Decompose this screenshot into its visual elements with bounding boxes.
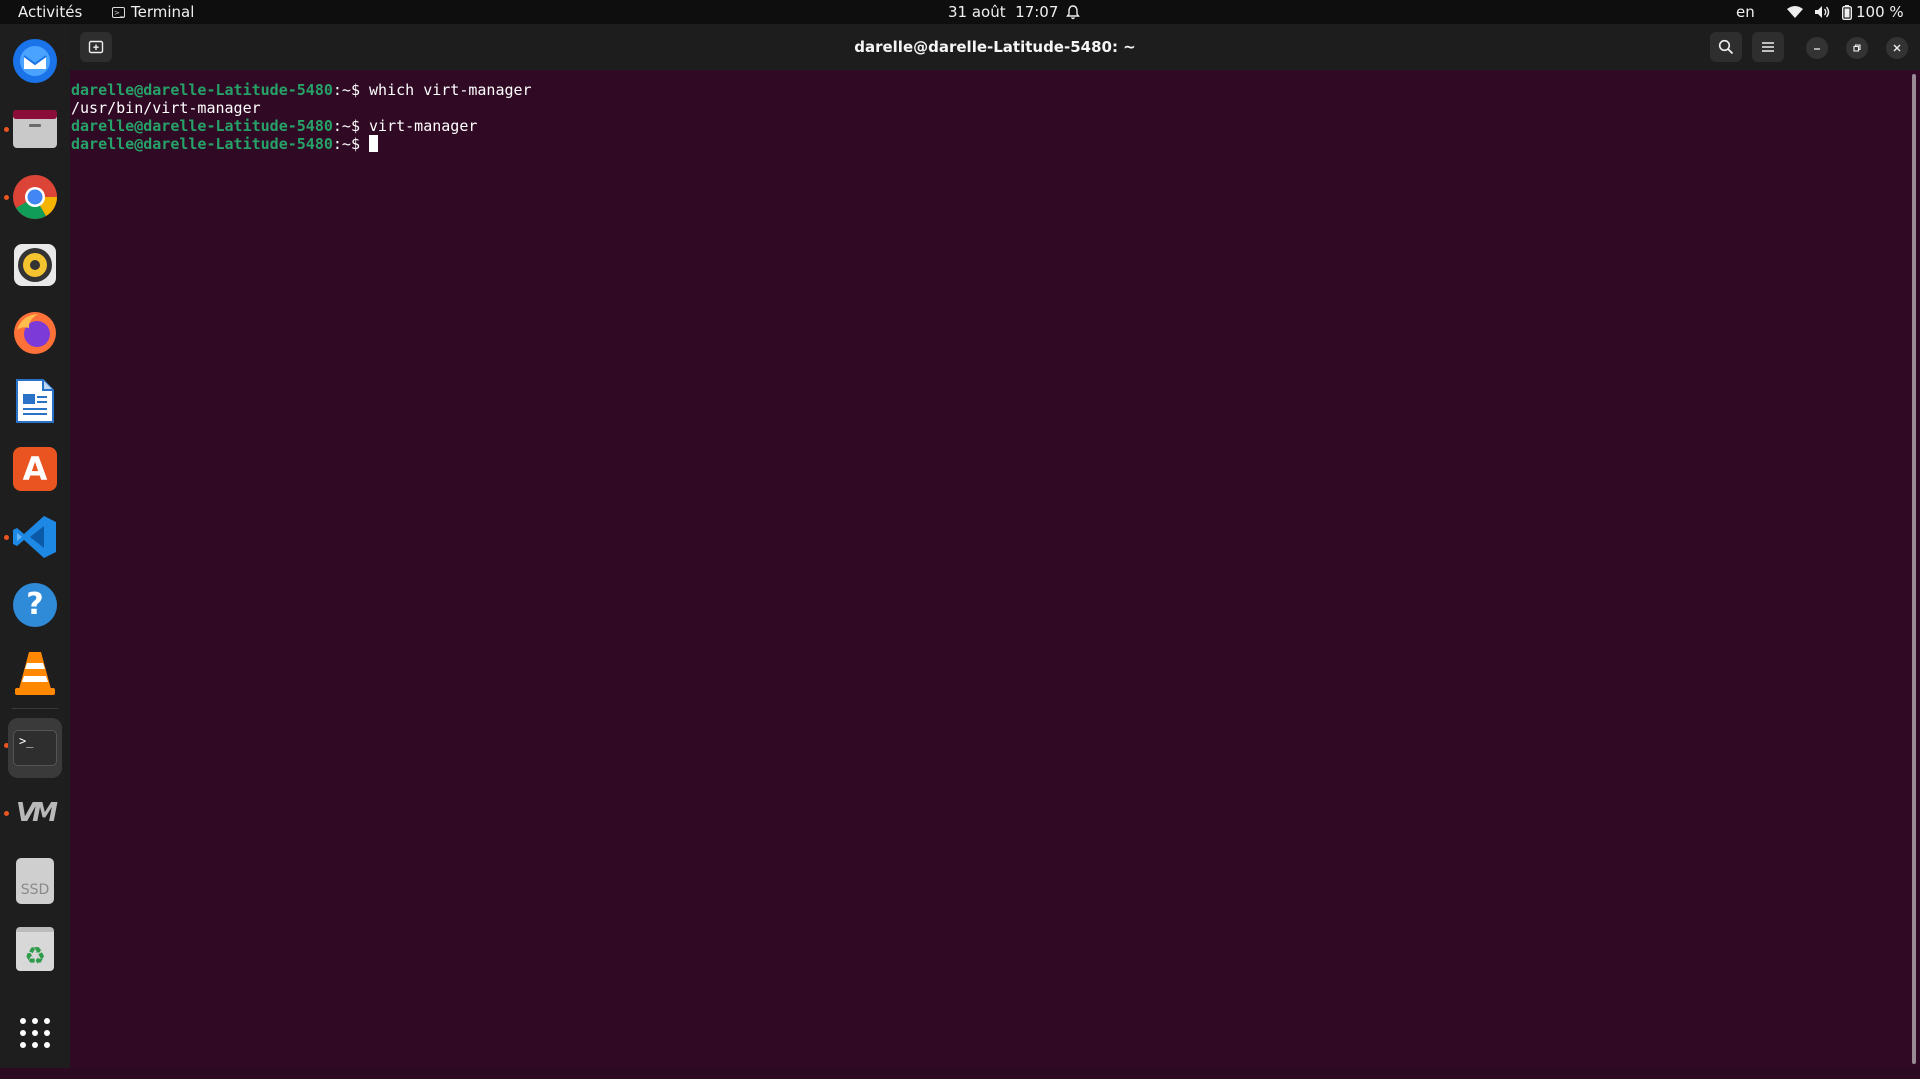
- prompt-user-host: darelle@darelle-Latitude-5480: [71, 117, 333, 135]
- dock-item-help[interactable]: ?: [8, 578, 62, 632]
- minimize-button[interactable]: [1806, 37, 1828, 59]
- dock-item-chrome[interactable]: [8, 170, 62, 224]
- virt-manager-icon: VM: [16, 798, 58, 828]
- dock-item-files[interactable]: [8, 102, 62, 156]
- header-bar[interactable]: darelle@darelle-Latitude-5480: ~: [70, 24, 1920, 70]
- top-bar: Activités >_ Terminal 31 août 17:07 en 1…: [0, 0, 1920, 24]
- restore-button[interactable]: [1846, 37, 1868, 59]
- close-button[interactable]: [1886, 37, 1908, 59]
- prompt-separator: :~$: [332, 135, 370, 153]
- files-icon: [13, 110, 57, 148]
- prompt-separator: :~$: [332, 117, 370, 135]
- battery-icon: [1842, 4, 1852, 20]
- dock-item-rhythmbox[interactable]: [8, 238, 62, 292]
- terminal-output[interactable]: darelle@darelle-Latitude-5480:~$ which v…: [70, 70, 1910, 1079]
- dock-item-libreoffice-writer[interactable]: [8, 374, 62, 428]
- dock-item-vscode[interactable]: [8, 510, 62, 564]
- vscode-icon: [13, 516, 56, 558]
- terminal-line: darelle@darelle-Latitude-5480:~$: [70, 135, 1910, 153]
- dock-item-virt-manager[interactable]: VM: [8, 786, 62, 840]
- restore-icon: [1853, 44, 1861, 52]
- minimize-icon: [1814, 48, 1820, 50]
- firefox-icon: [14, 312, 56, 354]
- close-icon: [1893, 44, 1901, 52]
- terminal-line: /usr/bin/virt-manager: [70, 99, 1910, 117]
- dock: A ? >_ VM SSD ♻: [0, 24, 70, 1068]
- datetime-label: 31 août 17:07: [948, 3, 1059, 21]
- notification-bell-icon: [1066, 4, 1081, 19]
- window-title: darelle@darelle-Latitude-5480: ~: [854, 38, 1136, 56]
- command-text: which virt-manager: [369, 81, 532, 99]
- search-button[interactable]: [1710, 32, 1742, 62]
- command-text: virt-manager: [369, 117, 478, 135]
- show-apps-button[interactable]: [8, 1006, 62, 1060]
- menu-button[interactable]: [1752, 32, 1784, 62]
- dock-item-thunderbird[interactable]: [8, 34, 62, 88]
- prompt-separator: :~$: [332, 81, 370, 99]
- hamburger-menu-icon: [1762, 42, 1774, 52]
- terminal-small-icon: >_: [112, 6, 125, 18]
- app-menu-label: Terminal: [131, 3, 195, 21]
- prompt-user-host: darelle@darelle-Latitude-5480: [71, 81, 333, 99]
- wifi-icon: [1787, 6, 1803, 18]
- dock-separator: [12, 708, 58, 709]
- dock-item-terminal[interactable]: >_: [8, 718, 62, 778]
- app-menu[interactable]: >_ Terminal: [112, 0, 194, 24]
- battery-indicator: 100 %: [1842, 0, 1904, 24]
- dock-item-trash[interactable]: ♻: [8, 922, 62, 976]
- help-icon: ?: [13, 583, 57, 627]
- dock-item-vlc[interactable]: [8, 646, 62, 700]
- activities-button[interactable]: Activités: [18, 0, 82, 24]
- system-tray[interactable]: 100 %: [1786, 0, 1904, 24]
- vlc-icon: [15, 652, 55, 695]
- libreoffice-writer-icon: [16, 379, 54, 423]
- output-text: /usr/bin/virt-manager: [71, 99, 261, 117]
- terminal-line: darelle@darelle-Latitude-5480:~$ which v…: [70, 81, 1910, 99]
- text-cursor: [369, 135, 379, 152]
- volume-icon: [1815, 6, 1830, 18]
- search-icon: [1718, 39, 1734, 55]
- trash-icon: ♻: [16, 927, 54, 971]
- dock-item-firefox[interactable]: [8, 306, 62, 360]
- terminal-icon: >_: [13, 730, 57, 766]
- terminal-line: darelle@darelle-Latitude-5480:~$ virt-ma…: [70, 117, 1910, 135]
- show-apps-icon: [20, 1018, 50, 1048]
- chrome-icon: [13, 175, 57, 219]
- terminal-window: darelle@darelle-Latitude-5480: ~ darelle…: [70, 24, 1920, 1068]
- clock[interactable]: 31 août 17:07: [948, 0, 1081, 24]
- keyboard-layout-indicator[interactable]: en: [1736, 0, 1755, 24]
- battery-percent: 100 %: [1856, 3, 1904, 21]
- app-center-icon: A: [13, 447, 57, 491]
- rhythmbox-icon: [14, 244, 56, 286]
- prompt-user-host: darelle@darelle-Latitude-5480: [71, 135, 333, 153]
- dock-item-app-center[interactable]: A: [8, 442, 62, 496]
- dock-item-ssd-drive[interactable]: SSD: [8, 854, 62, 908]
- scrollbar[interactable]: [1912, 74, 1916, 1064]
- thunderbird-icon: [13, 39, 57, 83]
- ssd-drive-icon: SSD: [16, 858, 54, 904]
